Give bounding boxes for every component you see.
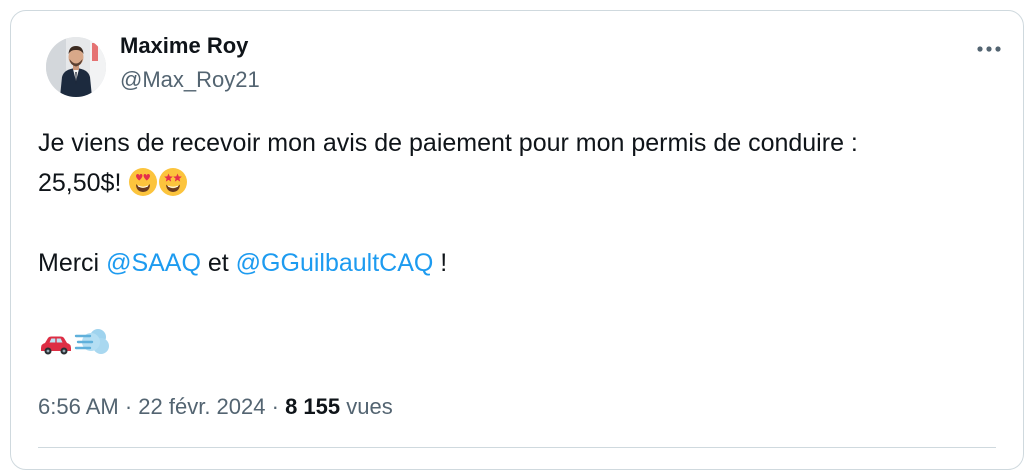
mention-saaq-link[interactable]: @SAAQ [106,249,201,277]
views-label: vues [340,394,393,419]
star-struck-emoji [158,167,188,209]
author-handle[interactable]: @Max_Roy21 [120,66,260,94]
more-horizontal-icon [977,46,1001,52]
meta-separator: · [265,394,286,419]
tweet-text: Je viens de recevoir mon avis de paiemen… [38,123,1008,363]
mention-gguilbaultcaq-link[interactable]: @GGuilbaultCAQ [236,249,434,277]
more-options-button[interactable] [969,35,1009,63]
meta-separator: · [118,394,139,419]
tweet-blank-line-2 [38,283,1008,323]
exclamation-text: ! [433,249,448,277]
conjunction-text: et [200,249,236,277]
tweet-line-2: 25,50$! [38,163,1008,203]
author-name[interactable]: Maxime Roy [120,32,248,60]
tweet-line-3: Merci @SAAQ et @GGuilbaultCAQ ! [38,243,1008,283]
divider [38,447,996,448]
tweet-time[interactable]: 6:56 AM [38,394,119,419]
tweet-line-1: Je viens de recevoir mon avis de paiemen… [38,129,858,157]
red-car-emoji [38,329,74,371]
dash-emoji [74,323,110,371]
tweet-line-4 [38,323,1008,363]
avatar-photo [46,37,106,97]
thanks-text: Merci [38,249,107,277]
avatar[interactable] [46,37,106,97]
amount-text: 25,50$! [38,169,122,197]
heart-eyes-emoji [128,167,158,209]
views-count[interactable]: 8 155 [285,394,340,419]
tweet-card: Maxime Roy @Max_Roy21 Je viens de recevo… [10,10,1024,470]
tweet-date[interactable]: 22 févr. 2024 [138,394,265,419]
tweet-meta: 6:56 AM · 22 févr. 2024 · 8 155 vues [38,393,393,421]
